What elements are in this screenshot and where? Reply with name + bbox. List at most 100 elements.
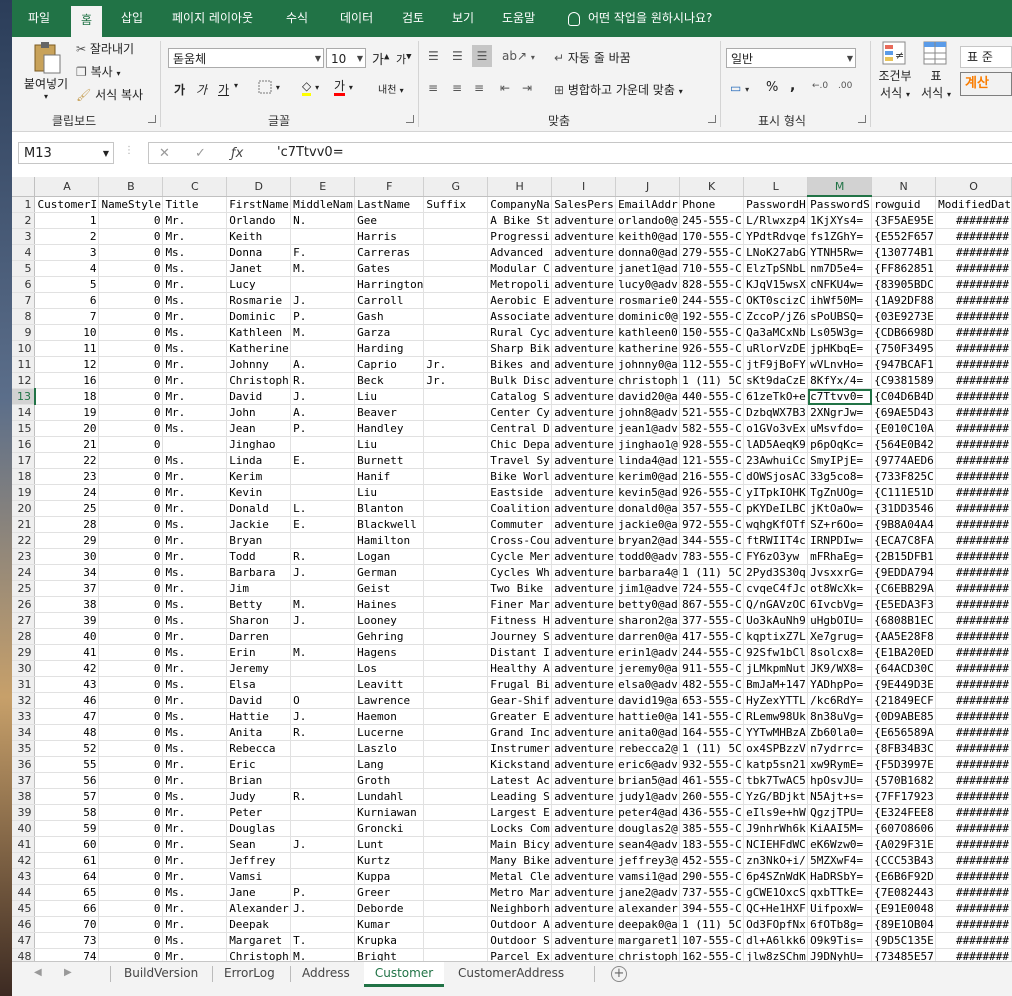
cell-k23[interactable]: 783-555-C [679,548,745,565]
cell-g33[interactable] [423,708,489,725]
cell-n33[interactable]: {0D9ABE85 [871,708,937,725]
row-header[interactable]: 5 [12,260,36,277]
cell-e10[interactable] [290,340,356,357]
row-header[interactable]: 27 [12,612,36,629]
cell-m29[interactable]: 8solcx8= [807,644,873,661]
decrease-indent-icon[interactable]: ⇤ [500,81,510,95]
cell-f13[interactable]: Liu [354,388,425,405]
row-header[interactable]: 14 [12,404,36,421]
cell-k35[interactable]: 1 (11) 5C [679,740,745,757]
cell-l30[interactable]: jLMkpmNut [743,660,809,677]
cell-d45[interactable]: Alexander [226,900,292,917]
cell-f20[interactable]: Blanton [354,500,425,517]
cell-f6[interactable]: Harrington [354,276,425,293]
cell-o41[interactable]: ######## [935,836,1012,853]
cell-d13[interactable]: David [226,388,292,405]
cell-d48[interactable]: Christoph [226,948,292,961]
cell-k14[interactable]: 521-555-C [679,404,745,421]
cell-j14[interactable]: john8@adv [615,404,681,421]
align-right-icon[interactable]: ≡ [474,81,484,95]
cell-c8[interactable]: Mr. [162,308,228,325]
cell-d4[interactable]: Donna [226,244,292,261]
cell-b21[interactable]: 0 [98,516,164,533]
cell-e37[interactable] [290,772,356,789]
cell-l12[interactable]: sKt9daCzE [743,372,809,389]
cell-o17[interactable]: ######## [935,452,1012,469]
cell-g9[interactable] [423,324,489,341]
cell-e32[interactable]: O [290,692,356,709]
cell-n16[interactable]: {564E0B42 [871,436,937,453]
row-header[interactable]: 42 [12,852,36,869]
cell-h31[interactable]: Frugal Bi [487,676,553,693]
cell-l27[interactable]: Uo3kAuNh9 [743,612,809,629]
cell-j37[interactable]: brian5@ad [615,772,681,789]
cell-k8[interactable]: 192-555-C [679,308,745,325]
cell-a45[interactable]: 66 [34,900,100,917]
row-header[interactable]: 17 [12,452,36,469]
align-middle-icon[interactable]: ☰ [452,49,463,63]
cell-b16[interactable]: 0 [98,436,164,453]
cell-a38[interactable]: 57 [34,788,100,805]
cell-j24[interactable]: barbara4@ [615,564,681,581]
cell-h6[interactable]: Metropoli [487,276,553,293]
cell-f22[interactable]: Hamilton [354,532,425,549]
cell-c35[interactable]: Ms. [162,740,228,757]
cell-k37[interactable]: 461-555-C [679,772,745,789]
cell-c26[interactable]: Ms. [162,596,228,613]
cell-e27[interactable]: J. [290,612,356,629]
cell-d25[interactable]: Jim [226,580,292,597]
row-header[interactable]: 36 [12,756,36,773]
cell-e35[interactable] [290,740,356,757]
cell-b10[interactable]: 0 [98,340,164,357]
cell-a11[interactable]: 12 [34,356,100,373]
cell-m25[interactable]: ot8WcXk= [807,580,873,597]
cell-f29[interactable]: Hagens [354,644,425,661]
cell-h2[interactable]: A Bike St [487,212,553,229]
cell-h4[interactable]: Advanced [487,244,553,261]
cell-l41[interactable]: NCIEHFdWC [743,836,809,853]
cell-a48[interactable]: 74 [34,948,100,961]
column-header-j[interactable]: J [615,177,681,197]
column-header-i[interactable]: I [551,177,617,197]
cell-g19[interactable] [423,484,489,501]
cell-h34[interactable]: Grand Inc [487,724,553,741]
row-header[interactable]: 9 [12,324,36,341]
cell-e34[interactable]: R. [290,724,356,741]
cell-j7[interactable]: rosmarie0 [615,292,681,309]
cell-h48[interactable]: Parcel Ex [487,948,553,961]
cell-e11[interactable]: A. [290,356,356,373]
cell-f3[interactable]: Harris [354,228,425,245]
cell-e48[interactable]: M. [290,948,356,961]
cell-e5[interactable]: M. [290,260,356,277]
paste-button[interactable]: 붙여넣기 ▾ [22,41,70,101]
cell-b7[interactable]: 0 [98,292,164,309]
cell-b13[interactable]: 0 [98,388,164,405]
cell-j29[interactable]: erin1@adv [615,644,681,661]
column-header-c[interactable]: C [162,177,228,197]
cell-m30[interactable]: JK9/WX8= [807,660,873,677]
enter-icon[interactable]: ✓ [195,146,206,161]
cell-b8[interactable]: 0 [98,308,164,325]
cell-f1[interactable]: LastName [354,196,425,213]
cell-c12[interactable]: Mr. [162,372,228,389]
cell-l26[interactable]: Q/nGAVzOC [743,596,809,613]
cell-n40[interactable]: {607O8606 [871,820,937,837]
cell-h17[interactable]: Travel Sy [487,452,553,469]
cell-g30[interactable] [423,660,489,677]
cell-o10[interactable]: ######## [935,340,1012,357]
cell-g37[interactable] [423,772,489,789]
cell-j38[interactable]: judy1@adv [615,788,681,805]
cell-k9[interactable]: 150-555-C [679,324,745,341]
cell-o34[interactable]: ######## [935,724,1012,741]
cell-a46[interactable]: 70 [34,916,100,933]
row-header[interactable]: 13 [12,388,36,405]
cell-d10[interactable]: Katherine [226,340,292,357]
cell-f46[interactable]: Kumar [354,916,425,933]
cell-l6[interactable]: KJqV15wsX [743,276,809,293]
cell-i13[interactable]: adventure [551,388,617,405]
cell-f23[interactable]: Logan [354,548,425,565]
cell-e23[interactable]: R. [290,548,356,565]
column-header-d[interactable]: D [226,177,292,197]
cell-g16[interactable] [423,436,489,453]
cell-e4[interactable]: F. [290,244,356,261]
